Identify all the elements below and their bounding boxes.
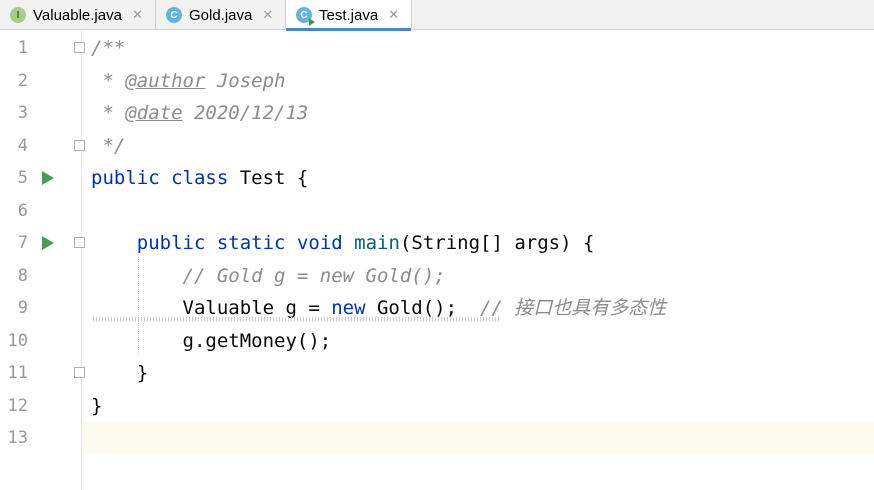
code-token: static bbox=[216, 232, 286, 254]
code-token: Valuable g = bbox=[91, 297, 332, 319]
code-token: class bbox=[171, 167, 229, 189]
line-number[interactable]: 13 bbox=[0, 422, 28, 454]
line-number[interactable]: 10 bbox=[0, 325, 28, 357]
code-token: // 接口也具有多态性 bbox=[479, 297, 667, 319]
code-token: new bbox=[331, 297, 366, 319]
code-token: // Gold g = new Gold(); bbox=[182, 264, 446, 287]
code-token: } bbox=[91, 362, 149, 384]
code-token: } bbox=[91, 394, 103, 417]
code-token: Gold(); bbox=[365, 297, 480, 319]
line-number[interactable]: 3 bbox=[0, 97, 28, 129]
code-token: /** bbox=[91, 37, 126, 59]
code-line-text: // Gold g = new Gold(); bbox=[91, 260, 446, 292]
code-line-text: g.getMoney(); bbox=[91, 325, 332, 357]
code-token: g.getMoney(); bbox=[91, 329, 332, 352]
line-number[interactable]: 9 bbox=[0, 292, 28, 324]
line-number[interactable]: 7 bbox=[0, 227, 28, 259]
line-number[interactable]: 1 bbox=[0, 32, 28, 64]
code-line-text: /** bbox=[91, 32, 125, 64]
code-line-text: * @author Joseph bbox=[91, 65, 285, 97]
fold-icon[interactable] bbox=[74, 139, 85, 151]
code-token: */ bbox=[91, 134, 126, 157]
code-editor[interactable]: /** * @author Joseph * @date 2020/12/13 … bbox=[0, 31, 874, 490]
close-icon[interactable]: ✕ bbox=[132, 7, 143, 23]
tab-gold-java[interactable]: C Gold.java ✕ bbox=[156, 0, 286, 30]
fold-icon[interactable] bbox=[74, 42, 85, 53]
line-number[interactable]: 5 bbox=[0, 162, 28, 194]
code-line[interactable] bbox=[0, 422, 874, 454]
tab-label: Valuable.java bbox=[33, 6, 122, 24]
line-number[interactable]: 11 bbox=[0, 357, 28, 389]
line-number[interactable]: 12 bbox=[0, 390, 28, 422]
class-icon: C bbox=[166, 7, 182, 23]
code-line[interactable]: public class Test { bbox=[0, 162, 874, 194]
fold-icon[interactable] bbox=[74, 367, 85, 378]
code-line[interactable]: */ bbox=[0, 130, 874, 162]
line-number[interactable]: 2 bbox=[0, 65, 28, 97]
fold-icon[interactable] bbox=[74, 237, 85, 248]
tab-label: Gold.java bbox=[189, 6, 253, 24]
line-number[interactable]: 8 bbox=[0, 260, 28, 292]
code-token: @date bbox=[125, 102, 183, 124]
code-line-text: } bbox=[91, 390, 102, 422]
code-line-text: } bbox=[91, 357, 148, 389]
code-token: * bbox=[91, 102, 126, 124]
code-line[interactable]: * @date 2020/12/13 bbox=[0, 97, 874, 129]
code-token: (String[] args) { bbox=[399, 232, 595, 254]
code-token: 2020/12/13 bbox=[182, 102, 309, 124]
tab-label: Test.java bbox=[319, 6, 379, 24]
runnable-class-icon: C bbox=[296, 7, 315, 26]
code-token: main bbox=[354, 232, 400, 254]
interface-icon: I bbox=[10, 7, 26, 23]
code-line-text: public class Test { bbox=[91, 162, 308, 194]
warning-underline bbox=[91, 317, 499, 321]
code-token: public bbox=[136, 232, 206, 254]
code-line-text: */ bbox=[91, 130, 125, 162]
editor-tab-bar: I Valuable.java ✕ C Gold.java ✕ C Test.j… bbox=[0, 0, 874, 31]
line-number[interactable]: 6 bbox=[0, 195, 28, 227]
code-line[interactable]: } bbox=[0, 390, 874, 422]
code-token: * bbox=[91, 69, 126, 92]
code-line[interactable]: } bbox=[0, 357, 874, 389]
code-token: Test { bbox=[228, 167, 309, 189]
run-icon[interactable] bbox=[42, 236, 54, 250]
code-token: Joseph bbox=[205, 69, 286, 92]
code-token: @author bbox=[125, 69, 206, 92]
code-line[interactable]: public static void main(String[] args) { bbox=[0, 227, 874, 259]
code-line[interactable]: * @author Joseph bbox=[0, 65, 874, 97]
close-icon[interactable]: ✕ bbox=[262, 7, 273, 23]
code-line[interactable]: g.getMoney(); bbox=[0, 325, 874, 357]
close-icon[interactable]: ✕ bbox=[388, 7, 399, 23]
tab-test-java[interactable]: C Test.java ✕ bbox=[286, 0, 412, 31]
code-line-text: public static void main(String[] args) { bbox=[91, 227, 595, 259]
line-number[interactable]: 4 bbox=[0, 130, 28, 162]
indent-guide bbox=[138, 257, 139, 354]
run-icon[interactable] bbox=[42, 171, 54, 185]
tab-valuable-java[interactable]: I Valuable.java ✕ bbox=[0, 0, 156, 30]
code-line[interactable]: // Gold g = new Gold(); bbox=[0, 260, 874, 292]
code-token: void bbox=[296, 232, 343, 254]
code-token: public bbox=[91, 167, 160, 189]
code-line[interactable]: /** bbox=[0, 32, 874, 64]
code-line[interactable] bbox=[0, 195, 874, 227]
code-line-text: * @date 2020/12/13 bbox=[91, 97, 308, 129]
